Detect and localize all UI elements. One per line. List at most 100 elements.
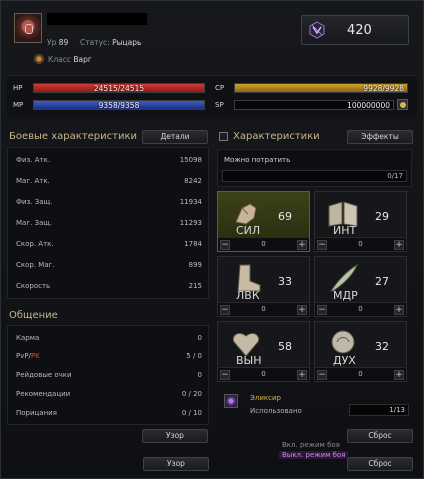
attribute-value: 58	[278, 340, 292, 353]
combat-stat-value: 11934	[179, 198, 202, 206]
combat-stat-row: Маг. Защ. 11293	[8, 214, 208, 234]
decrease-button[interactable]: −	[317, 370, 327, 380]
attribute-stepper: − 0 +	[218, 367, 309, 381]
social-panel: Карма 0 PvP/PK 5 / 0 Рейдовые очки 0 Рек…	[7, 325, 209, 425]
spend-points-panel: Можно потратить 0/17	[217, 149, 412, 187]
combat-stats-title: Боевые характеристики	[9, 131, 137, 142]
attribute-added: 0	[261, 305, 266, 313]
increase-button[interactable]: +	[394, 305, 404, 315]
cp-label: CP	[215, 84, 225, 92]
character-window: Ур 89 Статус: Рыцарь Класс Варг 420 HP 2…	[0, 0, 424, 479]
combat-stat-row: Физ. Защ. 11934	[8, 193, 208, 213]
attribute-stepper: − 0 +	[218, 237, 309, 251]
pattern-button-lower[interactable]: Узор	[143, 457, 209, 471]
combat-stat-label: Маг. Защ.	[16, 219, 53, 227]
sp-value: 100000000	[347, 101, 390, 110]
spend-points-label: Можно потратить	[224, 156, 291, 164]
decrease-button[interactable]: −	[317, 240, 327, 250]
sp-label: SP	[215, 101, 224, 109]
attribute-cell[interactable]: ИНТ 29 − 0 +	[314, 191, 407, 252]
attribute-cell[interactable]: ЛВК 33 − 0 +	[217, 256, 310, 317]
attribute-value: 29	[375, 210, 389, 223]
attribute-added: 0	[358, 240, 363, 248]
elixir-icon	[224, 394, 238, 408]
recommendations-row: Рекомендации 0 / 20	[16, 390, 202, 398]
mp-bar: 9358/9358	[33, 100, 205, 110]
attribute-name: СИЛ	[236, 224, 261, 237]
attribute-cell[interactable]: МДР 27 − 0 +	[314, 256, 407, 317]
attribute-value: 33	[278, 275, 292, 288]
attribute-added: 0	[358, 370, 363, 378]
increase-button[interactable]: +	[297, 240, 307, 250]
mp-bar-text: 9358/9358	[98, 101, 140, 110]
karma-row: Карма 0	[16, 334, 202, 342]
crest-icon	[309, 21, 325, 39]
attribute-cell[interactable]: ВЫН 58 − 0 +	[217, 321, 310, 382]
attribute-value: 32	[375, 340, 389, 353]
decrease-button[interactable]: −	[220, 370, 230, 380]
attribute-stepper: − 0 +	[218, 302, 309, 316]
increase-button[interactable]: +	[297, 370, 307, 380]
spend-points-bar: 0/17	[222, 170, 407, 182]
combat-stat-value: 215	[188, 282, 202, 290]
attribute-added: 0	[261, 240, 266, 248]
combat-mode-tooltip: Вкл. режим боя Выкл. режим боя	[279, 441, 359, 463]
hp-bar: 24515/24515	[33, 83, 205, 93]
attribute-added: 0	[261, 370, 266, 378]
attribute-name: ЛВК	[236, 289, 260, 302]
character-name-redacted	[47, 13, 147, 25]
increase-button[interactable]: +	[394, 370, 404, 380]
level-text: Ур 89	[47, 38, 69, 47]
combat-stat-value: 8242	[184, 177, 202, 185]
increase-button[interactable]: +	[297, 305, 307, 315]
attribute-cell[interactable]: СИЛ 69 − 0 +	[217, 191, 310, 252]
attribute-stepper: − 0 +	[315, 302, 406, 316]
attribute-value: 27	[375, 275, 389, 288]
combat-stat-label: Скорость	[16, 282, 51, 290]
decrease-button[interactable]: −	[220, 240, 230, 250]
effects-button[interactable]: Эффекты	[347, 130, 413, 144]
hp-bar-text: 24515/24515	[93, 84, 145, 93]
hp-label: HP	[13, 84, 23, 92]
character-avatar	[14, 13, 42, 43]
details-button[interactable]: Детали	[142, 130, 208, 144]
score-value: 420	[347, 23, 372, 38]
attribute-name: ВЫН	[236, 354, 262, 367]
score-box: 420	[301, 15, 409, 45]
sp-bar: 100000000	[234, 100, 394, 110]
combat-stat-value: 15098	[179, 156, 202, 164]
decrease-button[interactable]: −	[317, 305, 327, 315]
combat-stat-row: Скорость 215	[8, 277, 208, 297]
tooltip-line-1: Вкл. режим боя	[282, 441, 340, 449]
elixir-used-box: 1/13	[349, 404, 409, 416]
class-icon	[34, 54, 44, 64]
status-text: Статус: Рыцарь	[80, 38, 142, 47]
pattern-button[interactable]: Узор	[142, 429, 208, 443]
attribute-name: ДУХ	[333, 354, 356, 367]
attribute-name: ИНТ	[333, 224, 357, 237]
social-title: Общение	[9, 310, 58, 321]
attribute-value: 69	[278, 210, 292, 223]
combat-stats-panel: Физ. Атк. 15098 Маг. Атк. 8242 Физ. Защ. 1193…	[7, 147, 209, 299]
combat-stat-row: Маг. Атк. 8242	[8, 172, 208, 192]
pvp-pk-row: PvP/PK 5 / 0	[16, 352, 202, 360]
mp-label: MP	[13, 101, 24, 109]
combat-stat-label: Физ. Атк.	[16, 156, 51, 164]
combat-stat-label: Скор. Маг.	[16, 261, 55, 269]
attribute-name: МДР	[333, 289, 358, 302]
combat-stat-row: Скор. Маг. 899	[8, 256, 208, 276]
combat-stat-label: Физ. Защ.	[16, 198, 53, 206]
decrease-button[interactable]: −	[220, 305, 230, 315]
censures-row: Порицания 0 / 10	[16, 409, 202, 417]
vitals-panel	[7, 75, 417, 117]
attribute-cell[interactable]: ДУХ 32 − 0 +	[314, 321, 407, 382]
attribute-stepper: − 0 +	[315, 367, 406, 381]
attribute-added: 0	[358, 305, 363, 313]
combat-stat-value: 11293	[179, 219, 202, 227]
checkbox-icon[interactable]	[219, 132, 228, 141]
tooltip-line-2: Выкл. режим боя	[279, 451, 349, 459]
sp-coin-icon[interactable]	[397, 99, 408, 110]
combat-stat-row: Физ. Атк. 15098	[8, 151, 208, 171]
attribute-stepper: − 0 +	[315, 237, 406, 251]
increase-button[interactable]: +	[394, 240, 404, 250]
